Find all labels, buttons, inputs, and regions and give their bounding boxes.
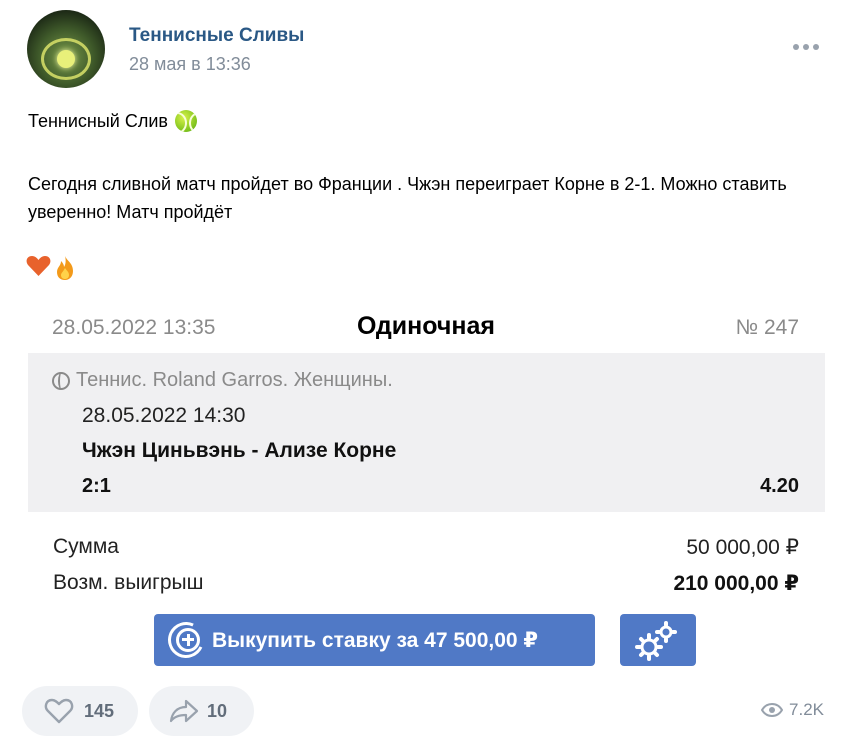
dot-icon — [793, 44, 799, 50]
post-title: Теннисный Слив — [28, 110, 197, 132]
post-card: Теннисные Сливы 28 мая в 13:36 Теннисный… — [0, 0, 844, 742]
add-circle-icon — [162, 616, 210, 664]
post-date[interactable]: 28 мая в 13:36 — [129, 54, 251, 75]
gear-icon — [635, 621, 677, 661]
heart-outline-icon — [44, 698, 74, 724]
fire-icon — [57, 256, 73, 280]
post-text: Сегодня сливной матч пройдет во Франции … — [28, 174, 787, 222]
possible-win-label: Возм. выигрыш — [53, 571, 204, 594]
bet-type-title: Одиночная — [357, 312, 495, 340]
possible-win-value: 210 000,00 ₽ — [673, 572, 799, 595]
like-count: 145 — [84, 700, 115, 721]
sport-text: Теннис. Roland Garros. Женщины. — [76, 369, 393, 391]
community-avatar[interactable] — [27, 10, 105, 88]
sum-label: Сумма — [53, 535, 119, 558]
tennis-icon — [52, 371, 70, 390]
dot-icon — [813, 44, 819, 50]
tennis-ball-icon — [174, 110, 197, 132]
post-title-text: Теннисный Слив — [28, 110, 168, 131]
views-count: 7.2K — [789, 700, 824, 719]
bet-number: № 247 — [735, 316, 799, 339]
bet-details-box: Теннис. Roland Garros. Женщины. 28.05.20… — [28, 353, 825, 512]
more-options-button[interactable] — [791, 40, 821, 54]
avatar-ball-graphic — [57, 50, 75, 68]
like-button[interactable]: 145 — [22, 686, 138, 736]
emoji-row — [26, 255, 77, 281]
eye-icon — [761, 703, 784, 717]
buyback-button[interactable]: Выкупить ставку за 47 500,00 ₽ — [154, 614, 595, 666]
heart-icon — [26, 256, 51, 276]
share-count: 10 — [207, 700, 228, 721]
sum-value: 50 000,00 ₽ — [686, 536, 799, 559]
author-name[interactable]: Теннисные Сливы — [129, 25, 304, 47]
settings-button[interactable] — [620, 614, 696, 666]
share-icon — [169, 699, 199, 723]
buyback-label: Выкупить ставку за 47 500,00 ₽ — [212, 628, 539, 652]
views-counter: 7.2K — [761, 700, 824, 720]
bet-odds: 4.20 — [760, 475, 799, 497]
dot-icon — [803, 44, 809, 50]
match-name: Чжэн Циньвэнь - Ализе Корне — [82, 439, 397, 462]
share-button[interactable]: 10 — [149, 686, 254, 736]
sport-line: Теннис. Roland Garros. Женщины. — [52, 369, 393, 392]
match-date: 28.05.2022 14:30 — [82, 404, 246, 427]
bet-outcome: 2:1 — [82, 475, 111, 497]
